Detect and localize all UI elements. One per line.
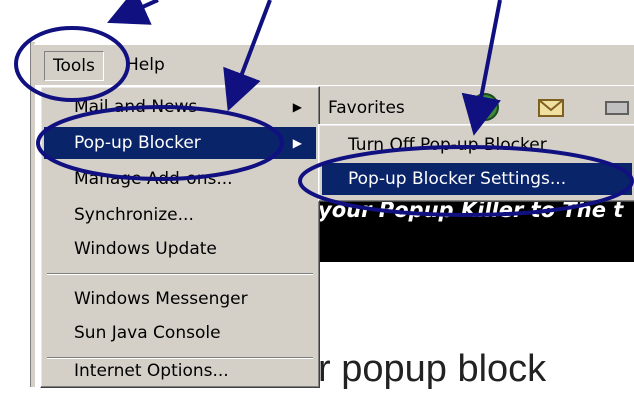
submenu-arrow-icon: ▶: [292, 100, 302, 114]
menu-item-mail-and-news[interactable]: Mail and News ▶: [44, 91, 316, 123]
menu-bar: Tools Help: [34, 44, 634, 85]
menu-item-turn-off-popup-blocker[interactable]: Turn Off Pop-up Blocker: [322, 129, 632, 161]
page-heading: r popup block: [318, 348, 547, 390]
print-icon[interactable]: [600, 90, 634, 124]
menu-item-popup-blocker-settings[interactable]: Pop-up Blocker Settings...: [322, 163, 632, 195]
menu-item-windows-messenger[interactable]: Windows Messenger: [44, 283, 316, 315]
mail-icon[interactable]: [534, 90, 568, 124]
menu-item-synchronize[interactable]: Synchronize...: [44, 199, 316, 231]
menu-item-internet-options[interactable]: Internet Options...: [44, 355, 316, 387]
history-icon[interactable]: [468, 90, 502, 124]
menu-tools-label: Tools: [53, 56, 95, 76]
menu-separator: [47, 273, 313, 275]
menu-help[interactable]: Help: [118, 51, 173, 79]
tools-menu: Mail and News ▶ Pop-up Blocker ▶ Manage Ad…: [40, 86, 320, 388]
menu-item-manage-addons[interactable]: Manage Add-ons...: [44, 163, 316, 195]
menu-item-sun-java-console[interactable]: Sun Java Console: [44, 317, 316, 349]
popup-blocker-submenu: Turn Off Pop-up Blocker Pop-up Blocker S…: [318, 124, 634, 202]
submenu-arrow-icon: ▶: [292, 136, 302, 150]
favorites-button[interactable]: Favorites: [328, 98, 405, 118]
menu-item-windows-update[interactable]: Windows Update: [44, 233, 316, 265]
menu-help-label: Help: [126, 55, 165, 75]
page-banner: your Popup Killer to The t: [318, 196, 634, 262]
window-edge: [30, 42, 35, 387]
menu-tools[interactable]: Tools: [44, 51, 104, 81]
screenshot: Tools Help Favorites your Popup Killer t…: [0, 0, 634, 406]
annotation-arrow: [107, 0, 159, 25]
menu-item-popup-blocker[interactable]: Pop-up Blocker ▶: [44, 127, 316, 159]
